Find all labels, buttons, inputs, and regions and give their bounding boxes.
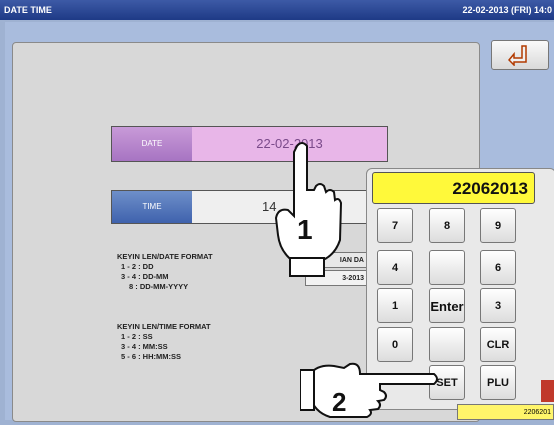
key-6[interactable]: 6 (480, 250, 516, 285)
footer-value: 2206201 (457, 404, 554, 420)
date-field[interactable]: DATE 22-02-2013 (111, 126, 388, 162)
date-format-line: 1 - 2 : DD (121, 262, 154, 271)
pointing-hand-icon (299, 360, 440, 420)
title-bar: DATE TIME 22-02-2013 (FRI) 14:0 (0, 0, 554, 20)
key-8[interactable]: 8 (429, 208, 465, 243)
time-format-heading: KEYIN LEN/TIME FORMAT (117, 322, 211, 331)
time-format-line: 5 - 6 : HH:MM:SS (121, 352, 181, 361)
key-0[interactable]: 0 (377, 327, 413, 362)
callout-number-2: 2 (332, 387, 347, 417)
key-plu[interactable]: PLU (480, 365, 516, 400)
key-4[interactable]: 4 (377, 250, 413, 285)
time-format-line: 1 - 2 : SS (121, 332, 153, 341)
key-5[interactable] (429, 250, 465, 285)
time-label: TIME (112, 191, 192, 223)
time-format-help: KEYIN LEN/TIME FORMAT 1 - 2 : SS 3 - 4 :… (117, 322, 211, 362)
side-red-button[interactable] (541, 380, 554, 402)
key-clr[interactable]: CLR (480, 327, 516, 362)
time-field[interactable]: TIME 14 (111, 190, 388, 224)
date-format-line: 3 - 4 : DD-MM (121, 272, 169, 281)
date-format-heading: KEYIN LEN/DATE FORMAT (117, 252, 213, 261)
screen-title: DATE TIME (4, 5, 52, 15)
date-label: DATE (112, 127, 192, 161)
callout-number-1: 1 (297, 214, 313, 245)
key-blank[interactable] (429, 327, 465, 362)
key-7[interactable]: 7 (377, 208, 413, 243)
key-3[interactable]: 3 (480, 288, 516, 323)
pointing-hand-icon (272, 140, 343, 280)
key-9[interactable]: 9 (480, 208, 516, 243)
date-format-help: KEYIN LEN/DATE FORMAT 1 - 2 : DD 3 - 4 :… (117, 252, 213, 292)
keypad-display: 22062013 (372, 172, 535, 204)
back-button[interactable] (491, 40, 549, 70)
key-1[interactable]: 1 (377, 288, 413, 323)
key-enter[interactable]: Enter (429, 288, 465, 323)
back-arrow-icon (508, 45, 527, 66)
header-datetime: 22-02-2013 (FRI) 14:0 (462, 5, 552, 15)
date-format-line: 8 : DD-MM-YYYY (129, 282, 189, 291)
time-format-line: 3 - 4 : MM:SS (121, 342, 168, 351)
